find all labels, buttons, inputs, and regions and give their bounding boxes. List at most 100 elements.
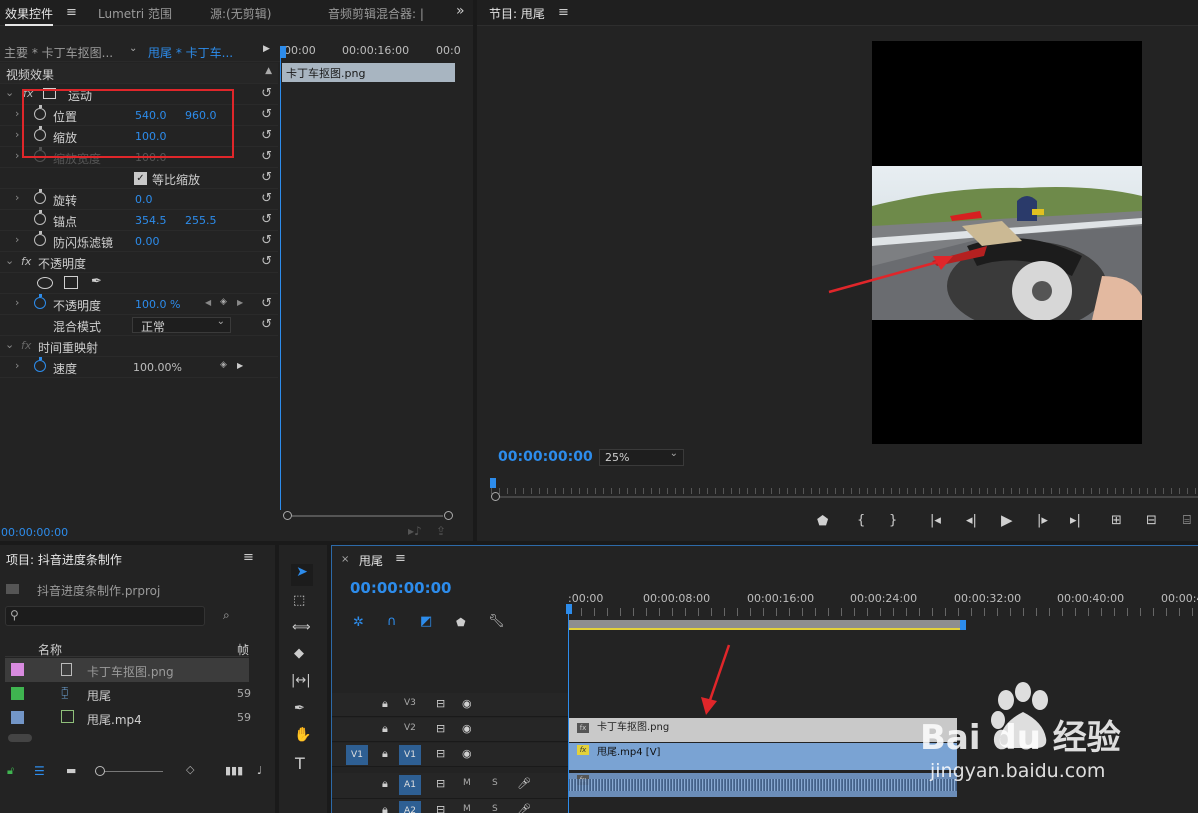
hamburger-icon[interactable]: ≡ [395, 551, 406, 566]
lock-icon[interactable]: 🔒︎ [382, 803, 388, 813]
zoom-dropdown[interactable]: 25% ⌄ [599, 448, 684, 466]
param-uniform-scale[interactable]: ✓ 等比缩放 ↺ [0, 168, 278, 189]
effect-time-remap[interactable]: ⌄ fx 时间重映射 [0, 336, 278, 357]
rotation-value[interactable]: 0.0 [135, 193, 153, 206]
timeline-title[interactable]: 甩尾 [359, 552, 383, 569]
reset-icon[interactable]: ↺ [261, 149, 272, 164]
track-header-a2[interactable]: 🔒︎ A2 ⊟ M S 🎤︎ [332, 799, 568, 813]
play-triangle-icon[interactable]: ▶ [263, 44, 270, 54]
label-color-swatch[interactable] [11, 711, 24, 724]
next-keyframe-icon[interactable]: ▶ [237, 298, 243, 307]
scroll-track[interactable] [292, 515, 443, 517]
chevron-right-icon[interactable]: › [15, 128, 19, 141]
hamburger-icon[interactable]: ≡ [66, 5, 77, 20]
sync-lock-icon[interactable]: ⊟ [436, 777, 445, 790]
sync-lock-icon[interactable]: ⊟ [436, 803, 445, 813]
automate-icon[interactable]: ▮▮▮ [225, 764, 243, 777]
reset-icon[interactable]: ↺ [261, 191, 272, 206]
find-icon[interactable]: ♩ [257, 764, 262, 777]
track-header-v1[interactable]: V1 🔒︎ V1 ⊟ ◉ [332, 743, 568, 767]
chevron-right-icon[interactable]: › [15, 359, 19, 372]
stopwatch-icon[interactable] [34, 231, 46, 246]
step-forward-icon[interactable]: |▸ [1037, 513, 1048, 528]
selection-tool-icon[interactable]: ➤ [291, 564, 313, 586]
chevron-down-icon[interactable]: ⌄ [5, 86, 14, 99]
type-tool-icon[interactable]: T [295, 754, 305, 773]
mute-button[interactable]: M [463, 804, 471, 813]
program-playhead[interactable] [490, 478, 496, 488]
reset-icon[interactable]: ↺ [261, 128, 272, 143]
master-clip-label[interactable]: 主要 * 卡丁车抠图... [4, 44, 113, 61]
hamburger-icon[interactable]: ≡ [243, 550, 254, 565]
program-zoom-bar[interactable] [491, 492, 1198, 502]
lock-icon[interactable]: 🔓︎ [7, 764, 14, 778]
nest-icon[interactable]: ✲ [353, 615, 364, 630]
reset-icon[interactable]: ↺ [261, 233, 272, 248]
snap-icon[interactable]: ∩ [387, 614, 397, 629]
list-item[interactable]: 甩尾.mp4 59 [5, 706, 251, 730]
stopwatch-icon[interactable] [34, 357, 46, 372]
mini-timeline-scrollbar[interactable] [283, 511, 453, 521]
col-name-header[interactable]: 名称 [38, 641, 62, 658]
tab-effect-controls[interactable]: 效果控件 [5, 5, 54, 26]
solo-button[interactable]: S [492, 804, 498, 813]
linked-selection-icon[interactable]: ◩ [420, 614, 432, 629]
scroll-handle-right[interactable] [444, 511, 453, 520]
eye-icon[interactable]: ◉ [462, 697, 472, 710]
label-color-swatch[interactable] [11, 663, 24, 676]
project-search-input[interactable]: ⚲ [5, 606, 205, 626]
pen-tool-icon[interactable]: ✒ [294, 701, 305, 716]
track-header-a1[interactable]: 🔒︎ A1 ⊟ M S 🎤︎ [332, 773, 568, 799]
rectangle-mask-icon[interactable] [64, 276, 78, 289]
stopwatch-icon[interactable] [34, 210, 46, 225]
ellipse-mask-icon[interactable] [37, 277, 53, 289]
mini-timeline-ruler[interactable]: 00:00 00:00:16:00 00:0 [280, 42, 461, 62]
go-to-in-icon[interactable]: |◂ [930, 513, 941, 528]
label-color-swatch[interactable] [11, 687, 24, 700]
tab-source[interactable]: 源:(无剪辑) [210, 5, 271, 22]
eye-icon[interactable]: ◉ [462, 747, 472, 760]
opacity-value[interactable]: 100.0 % [135, 298, 180, 311]
step-back-icon[interactable]: ◂| [966, 513, 977, 528]
eye-icon[interactable]: ◉ [462, 722, 472, 735]
razor-tool-icon[interactable]: ◆ [294, 646, 304, 661]
pen-mask-icon[interactable]: ✒ [91, 274, 102, 289]
reset-icon[interactable]: ↺ [261, 296, 272, 311]
chevron-right-icon[interactable]: › [15, 191, 19, 204]
ripple-edit-tool-icon[interactable]: ⟺ [292, 620, 311, 635]
lift-icon[interactable]: ⊞ [1111, 513, 1122, 528]
mute-button[interactable]: M [463, 778, 471, 788]
reset-icon[interactable]: ↺ [261, 212, 272, 227]
blend-mode-dropdown[interactable]: 正常 ⌄ [132, 316, 231, 334]
mini-timeline-clip[interactable]: 卡丁车抠图.png [282, 63, 455, 82]
track-target-v1[interactable]: V1 [399, 745, 421, 765]
microphone-icon[interactable]: 🎤︎ [517, 777, 531, 790]
play-icon[interactable]: ▶ [1001, 511, 1013, 529]
track-select-tool-icon[interactable]: ⬚ [293, 593, 305, 608]
scroll-handle-left[interactable] [283, 511, 292, 520]
effect-opacity[interactable]: ⌄ fx 不透明度 ↺ [0, 252, 278, 273]
param-blend-mode[interactable]: 混合模式 正常 ⌄ ↺ [0, 315, 278, 336]
reset-icon[interactable]: ↺ [261, 86, 272, 101]
lock-icon[interactable]: 🔒︎ [382, 747, 388, 761]
zoom-handle-left[interactable] [491, 492, 500, 501]
reset-icon[interactable]: ↺ [261, 317, 272, 332]
param-anti-flicker[interactable]: › 防闪烁滤镜 0.00 ↺ [0, 231, 278, 252]
timeline-timecode[interactable]: 00:00:00:00 [350, 579, 452, 597]
horizontal-scrollbar[interactable] [8, 734, 32, 742]
add-marker-icon[interactable]: ⬟ [817, 514, 828, 529]
sort-icon[interactable]: ◇ [186, 763, 194, 776]
hamburger-icon[interactable]: ≡ [558, 5, 569, 20]
chevron-down-icon[interactable]: ⌄ [5, 338, 14, 351]
param-rotation[interactable]: › 旋转 0.0 ↺ [0, 189, 278, 210]
zoom-slider[interactable] [95, 771, 163, 772]
share-icon[interactable]: ⇪ [436, 524, 446, 538]
reset-icon[interactable]: ↺ [261, 254, 272, 269]
uniform-scale-checkbox[interactable]: ✓ [134, 172, 147, 185]
next-keyframe-icon[interactable]: ▶ [237, 361, 243, 370]
slip-tool-icon[interactable]: |↔| [291, 673, 311, 688]
program-monitor-title[interactable]: 节目: 甩尾 [489, 5, 545, 22]
add-marker-icon[interactable]: ⬟ [456, 616, 466, 629]
mark-in-icon[interactable]: { [857, 513, 865, 528]
flicker-value[interactable]: 0.00 [135, 235, 160, 248]
